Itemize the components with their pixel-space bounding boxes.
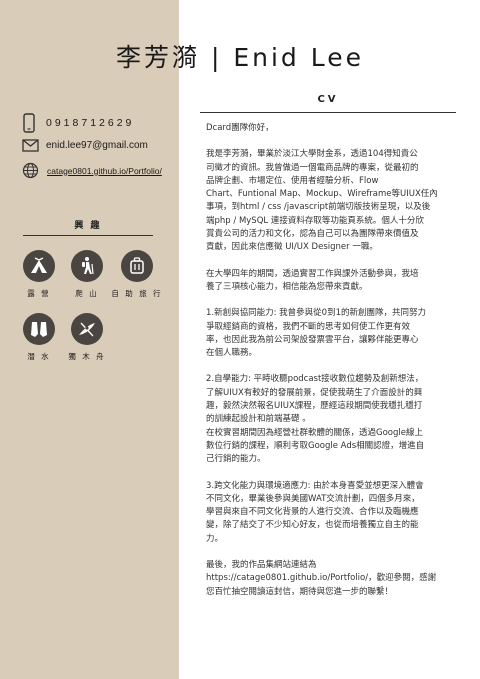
phone-row: 0918712629 [22,113,134,133]
phone-icon [23,113,35,133]
letter-paragraph: 我是李芳漪，畢業於淡江大學財金系，透過104得知貴公 司徵才的資訊。我曾做過一個… [206,149,438,253]
letter-paragraph: 1.新創與協同能力: 我曾參與從0到1的新創團隊，共同努力 爭取經銷商的資格，我… [206,308,426,359]
cv-heading: CV [317,94,339,105]
cv-divider [200,112,456,113]
website-row: catage0801.github.io/Portfolio/ [22,162,162,179]
hobbies-title: 興 趣 [74,221,102,231]
page-title: 李芳漪 | Enid Lee [116,43,364,72]
letter-paragraph: 2.自學能力: 平時收聽podcast接收數位趨勢及創新想法， 了解UIUX有較… [206,374,425,465]
email-row: enid.lee97@gmail.com [22,139,148,152]
letter-paragraph: 在大學四年的期間，透過實習工作與課外活動參與，我培 養了三項核心能力，相信能為您… [206,268,419,292]
diving-fins-icon [23,313,55,345]
kayak-icon [71,313,103,345]
hobby-label: 獨 木 舟 [68,352,106,361]
luggage-icon [121,250,153,282]
hobby-kayaking: 獨 木 舟 [57,313,117,362]
camping-tent-icon [23,250,55,282]
letter-paragraph: Dcard團隊你好， [206,123,274,133]
globe-icon [22,162,39,179]
phone-number: 0918712629 [46,117,135,129]
hobbies-divider [23,235,153,236]
letter-paragraph: 最後，我的作品集網站連結為 https://catage0801.github.… [206,560,437,597]
portfolio-link[interactable]: catage0801.github.io/Portfolio/ [47,166,162,176]
hobby-backpacking: 自 助 旅 行 [107,250,167,299]
email-link[interactable]: enid.lee97@gmail.com [46,140,148,151]
cover-letter: Dcard團隊你好， 我是李芳漪，畢業於淡江大學財金系，透過104得知貴公 司徵… [206,122,456,612]
hiking-icon [71,250,103,282]
hobby-label: 自 助 旅 行 [111,289,163,298]
mail-icon [22,139,39,152]
letter-paragraph: 3.跨文化能力與環境適應力: 由於本身喜愛並想更深入體會 不同文化，畢業後參與美… [206,480,424,544]
